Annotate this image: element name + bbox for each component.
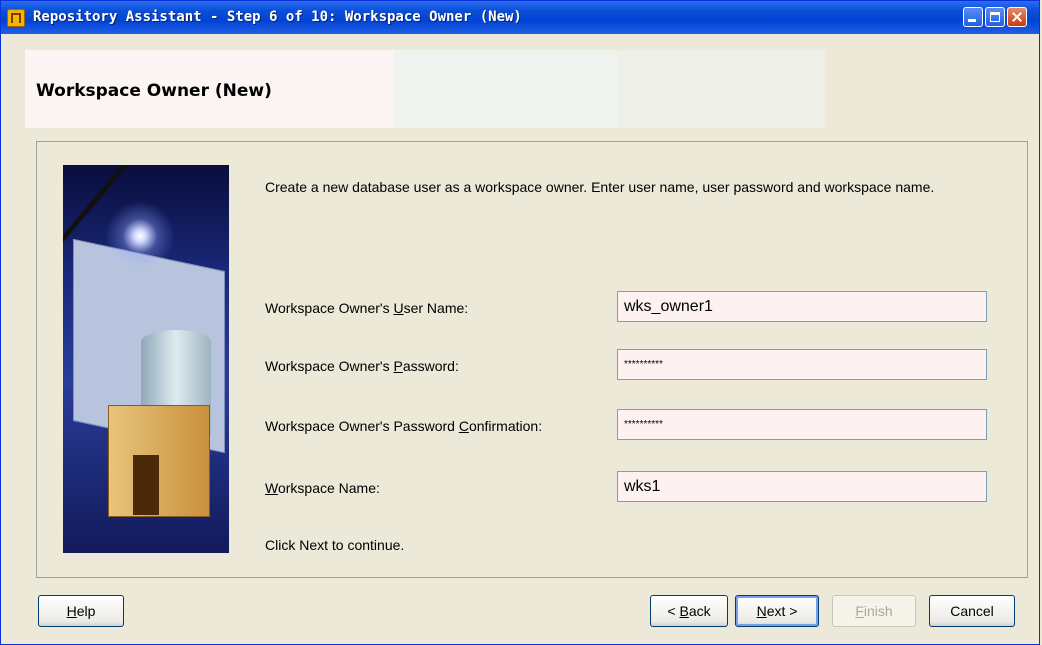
close-button[interactable] [1007,7,1027,27]
back-button[interactable]: < Back [650,595,728,627]
maximize-button[interactable] [985,7,1005,27]
user-name-input[interactable] [617,291,987,322]
title-bar[interactable]: Repository Assistant - Step 6 of 10: Wor… [1,1,1039,34]
password-label: Workspace Owner's Password: [265,358,459,374]
window-title: Repository Assistant - Step 6 of 10: Wor… [33,9,522,25]
finish-button[interactable]: Finish [832,595,916,627]
continue-hint: Click Next to continue. [265,537,405,553]
repository-assistant-window: Repository Assistant - Step 6 of 10: Wor… [0,0,1040,645]
building-door-graphic [133,455,159,515]
minimize-button[interactable] [963,7,983,27]
sparkle-graphic [105,201,175,271]
next-button[interactable]: Next > [735,595,819,627]
workspace-name-label: Workspace Name: [265,480,380,496]
workspace-name-input[interactable] [617,471,987,502]
wizard-illustration [63,165,229,553]
page-title: Workspace Owner (New) [36,81,272,101]
password-confirmation-label: Workspace Owner's Password Confirmation: [265,418,543,434]
help-button[interactable]: Help [38,595,124,627]
building-graphic [108,405,210,517]
cancel-button[interactable]: Cancel [929,595,1015,627]
user-name-label: Workspace Owner's User Name: [265,300,469,316]
app-icon [7,9,25,27]
password-confirmation-input[interactable] [617,409,987,440]
password-input[interactable] [617,349,987,380]
description-text: Create a new database user as a workspac… [265,179,935,195]
